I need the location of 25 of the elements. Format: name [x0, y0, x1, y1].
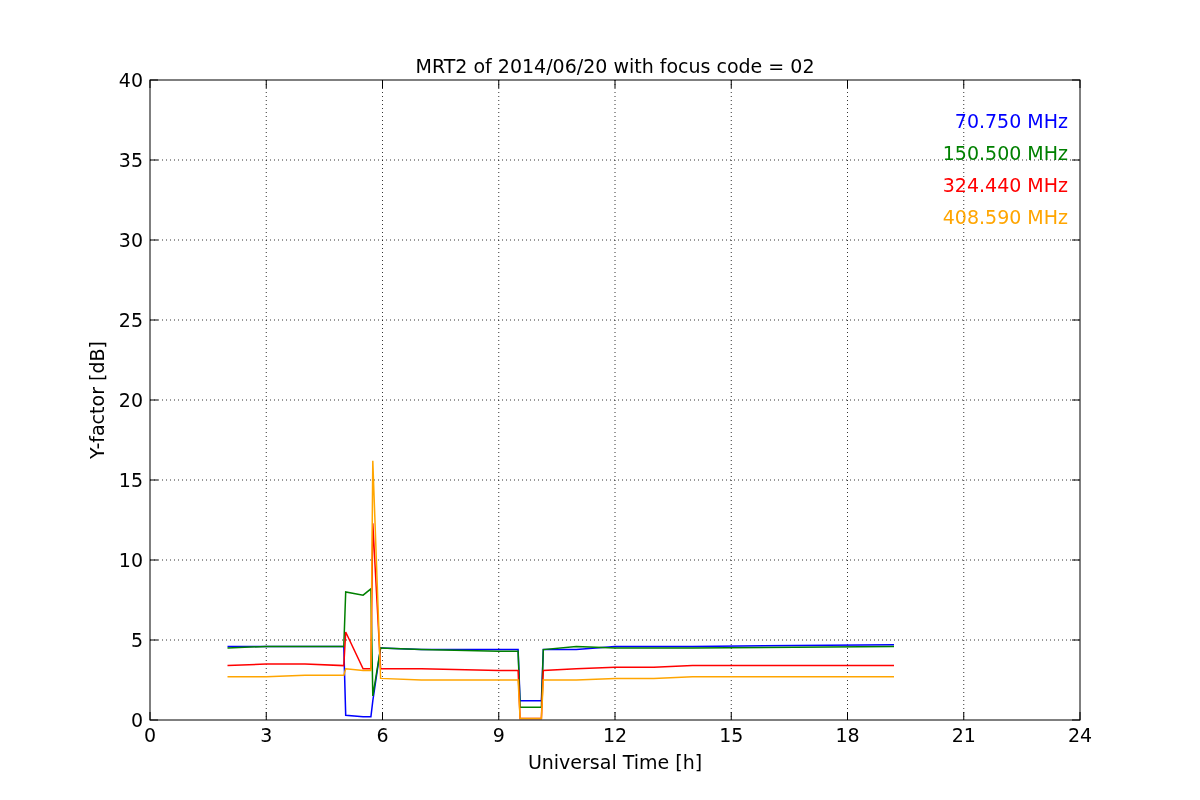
y-axis-label: Y-factor [dB] — [86, 341, 108, 459]
x-tick-label: 24 — [1067, 724, 1093, 746]
y-tick-label: 40 — [118, 69, 143, 91]
x-axis-label: Universal Time [h] — [527, 751, 703, 773]
y-tick-label: 10 — [118, 549, 143, 571]
legend-label: 408.590 MHz — [942, 206, 1068, 228]
x-tick-label: 15 — [719, 724, 744, 746]
x-tick-label: 21 — [951, 724, 976, 746]
y-tick-label: 20 — [118, 389, 143, 411]
y-tick-label: 15 — [118, 469, 143, 491]
chart-title: MRT2 of 2014/06/20 with focus code = 02 — [415, 55, 815, 77]
y-tick-label: 35 — [118, 149, 143, 171]
legend-label: 70.750 MHz — [954, 110, 1068, 132]
x-tick-label: 3 — [260, 724, 273, 746]
y-tick-label: 25 — [118, 309, 143, 331]
x-tick-label: 18 — [835, 724, 860, 746]
y-tick-label: 5 — [130, 629, 143, 651]
x-tick-label: 9 — [492, 724, 505, 746]
y-tick-label: 30 — [118, 229, 143, 251]
x-tick-label: 0 — [143, 724, 157, 746]
x-tick-label: 12 — [602, 724, 628, 746]
x-tick-label: 6 — [376, 724, 389, 746]
legend-label: 324.440 MHz — [942, 174, 1068, 196]
legend-label: 150.500 MHz — [942, 142, 1068, 164]
y-tick-label: 0 — [130, 709, 143, 731]
